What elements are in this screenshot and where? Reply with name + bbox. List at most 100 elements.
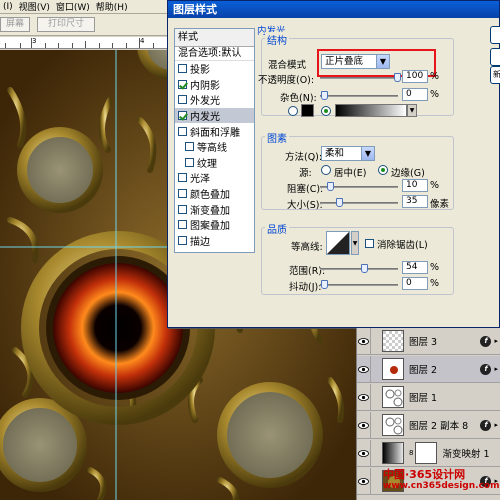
jitter-slider[interactable]	[320, 284, 398, 286]
style-checkbox[interactable]	[185, 142, 194, 152]
contour-preview[interactable]	[326, 231, 350, 255]
menu-item-image[interactable]: (I)	[0, 2, 16, 12]
layer-effects-icon[interactable]: f	[480, 335, 492, 347]
range-slider-thumb[interactable]	[361, 264, 368, 273]
layer-effects-icon[interactable]: f	[480, 363, 492, 375]
layer-row[interactable]: 图层 2 f ▸	[357, 355, 500, 383]
style-checkbox[interactable]	[178, 126, 187, 136]
jitter-field[interactable]: 0	[402, 277, 428, 290]
style-item[interactable]: 渐变叠加	[175, 201, 254, 217]
layer-name: 图层 1	[409, 393, 438, 404]
style-checkbox[interactable]	[178, 220, 187, 230]
noise-slider-thumb[interactable]	[321, 91, 328, 100]
opacity-field[interactable]: 100	[402, 70, 428, 83]
noise-slider[interactable]	[320, 95, 398, 97]
noise-field[interactable]: 0	[402, 88, 428, 101]
options-bar: 屏幕 打印尺寸	[0, 14, 168, 36]
eye-icon[interactable]	[357, 383, 371, 411]
range-field[interactable]: 54	[402, 261, 428, 274]
ok-button[interactable]	[490, 26, 500, 44]
print-size-button[interactable]: 打印尺寸	[37, 17, 95, 32]
style-checkbox[interactable]	[178, 235, 187, 245]
choke-slider-thumb[interactable]	[327, 182, 334, 191]
style-item[interactable]: 斜面和浮雕	[175, 123, 254, 139]
solid-color-radio[interactable]	[288, 106, 298, 116]
method-select[interactable]: 柔和 ▼	[321, 146, 375, 161]
menu-item-window[interactable]: 窗口(W)	[53, 0, 93, 13]
layer-name: 图层 2 副本 8	[409, 421, 469, 432]
menu-item-help[interactable]: 帮助(H)	[93, 0, 131, 13]
expand-effects-icon[interactable]: ▸	[494, 337, 498, 345]
layer-effects-icon[interactable]: f	[480, 419, 492, 431]
glow-color-swatch[interactable]	[301, 104, 314, 117]
px-unit: 像素	[430, 199, 450, 210]
horizontal-ruler: 3 4	[0, 37, 168, 49]
fit-screen-button[interactable]: 屏幕	[0, 17, 30, 32]
style-checkbox[interactable]	[178, 95, 187, 105]
style-item-label: 斜面和浮雕	[190, 127, 240, 139]
style-item[interactable]: 描边	[175, 233, 254, 249]
gradient-radio[interactable]	[321, 106, 331, 116]
style-checkbox[interactable]	[178, 64, 187, 74]
method-value: 柔和	[325, 148, 345, 159]
method-label: 方法(Q):	[285, 152, 323, 163]
eye-icon[interactable]	[357, 355, 371, 383]
new-style-button[interactable]: 新	[490, 66, 500, 84]
noise-label: 杂色(N):	[280, 93, 317, 104]
dialog-title: 图层样式	[168, 1, 499, 18]
eye-icon[interactable]	[357, 467, 371, 495]
layer-row[interactable]: 图层 1	[357, 383, 500, 411]
style-item[interactable]: 光泽	[175, 170, 254, 186]
style-item[interactable]: 纹理	[175, 155, 254, 171]
style-checkbox[interactable]	[178, 204, 187, 214]
cancel-button[interactable]	[490, 48, 500, 66]
opacity-slider[interactable]	[320, 77, 398, 79]
layer-thumbnail	[382, 414, 404, 436]
range-slider[interactable]	[320, 268, 398, 270]
source-edge-radio[interactable]	[378, 165, 388, 175]
style-item[interactable]: 内发光	[175, 107, 254, 124]
layer-row[interactable]: 图层 2 副本 8 f ▸	[357, 411, 500, 439]
expand-effects-icon[interactable]: ▸	[494, 421, 498, 429]
style-item[interactable]: 颜色叠加	[175, 186, 254, 202]
style-list-header[interactable]: 样式	[175, 29, 254, 47]
size-field[interactable]: 35	[402, 195, 428, 208]
style-checkbox[interactable]	[185, 157, 194, 167]
eye-icon[interactable]	[357, 411, 371, 439]
source-center-radio[interactable]	[321, 165, 331, 175]
menu-item-view[interactable]: 视图(V)	[16, 0, 53, 13]
layer-name: 图层 3	[409, 337, 438, 348]
style-item[interactable]: 图案叠加	[175, 217, 254, 233]
chevron-down-icon[interactable]: ▼	[361, 147, 374, 160]
style-checkbox[interactable]	[178, 173, 187, 183]
style-item[interactable]: 等高线	[175, 139, 254, 155]
style-checkbox[interactable]	[178, 79, 187, 89]
glow-gradient-swatch[interactable]	[335, 104, 407, 117]
layer-row[interactable]: 图层 3 f ▸	[357, 327, 500, 355]
choke-label: 阻塞(C):	[287, 184, 324, 195]
blend-options-item[interactable]: 混合选项:默认	[175, 47, 254, 61]
opacity-slider-thumb[interactable]	[394, 73, 401, 82]
choke-field[interactable]: 10	[402, 179, 428, 192]
expand-effects-icon[interactable]: ▸	[494, 365, 498, 373]
blend-mode-label: 混合模式	[268, 60, 307, 71]
layer-row[interactable]: 8 渐变映射 1	[357, 439, 500, 467]
gradient-dropdown-icon[interactable]: ▼	[407, 104, 417, 117]
style-list: 样式 混合选项:默认 投影 内阴影 外发光 内发光斜面和浮雕 等高线 纹理 光泽 颜色叠加 渐变…	[174, 28, 255, 253]
link-icon[interactable]: 8	[409, 449, 413, 457]
style-checkbox[interactable]	[178, 189, 187, 199]
style-item[interactable]: 投影	[175, 61, 254, 77]
layer-thumbnail	[382, 386, 404, 408]
eye-icon[interactable]	[357, 327, 371, 355]
size-slider-thumb[interactable]	[336, 198, 343, 207]
style-item[interactable]: 内阴影	[175, 77, 254, 93]
size-slider[interactable]	[320, 202, 398, 204]
quality-group-title: 品质	[265, 221, 289, 236]
style-item[interactable]: 外发光	[175, 92, 254, 108]
antialias-checkbox[interactable]	[365, 239, 374, 248]
style-checkbox[interactable]	[178, 111, 187, 121]
eye-icon[interactable]	[357, 439, 371, 467]
elements-group-title: 图素	[265, 130, 289, 145]
jitter-slider-thumb[interactable]	[321, 280, 328, 289]
chevron-down-icon[interactable]: ▼	[351, 231, 359, 255]
